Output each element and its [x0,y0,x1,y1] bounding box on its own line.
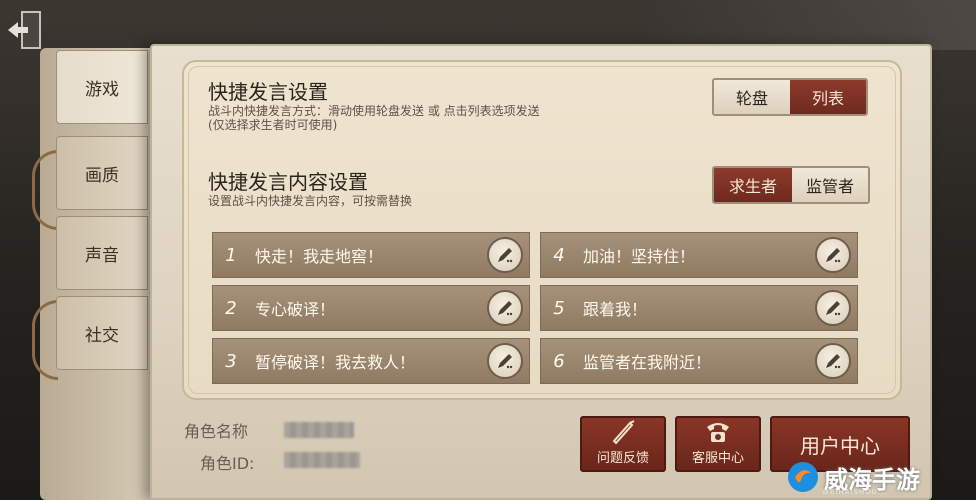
watermark-subtext: WEIHAISHOU... [822,488,888,496]
role-toggle: 求生者 监管者 [712,166,870,204]
phrase-text: 快走！我走地窖！ [255,247,384,266]
content-settings-title: 快捷发言内容设置 [208,170,368,194]
phrase-text: 暂停破译！我去救人！ [255,353,416,372]
exit-button[interactable] [0,4,48,56]
role-id-value-redacted [284,452,360,468]
pencil-icon[interactable] [815,290,851,326]
pencil-icon[interactable] [487,343,523,379]
tab-label: 声音 [85,245,119,266]
phrase-row[interactable]: 4 加油！坚持住！ [540,232,858,278]
phrase-row[interactable]: 1 快走！我走地窖！ [212,232,530,278]
pencil-icon[interactable] [815,237,851,273]
mode-option-wheel[interactable]: 轮盘 [714,80,790,114]
tab-sound[interactable]: 声音 [56,216,148,290]
feather-pen-icon [608,418,638,445]
phrase-row[interactable]: 6 监管者在我附近！ [540,338,858,384]
customer-service-label: 客服中心 [691,451,744,466]
mode-option-list[interactable]: 列表 [790,80,866,114]
exit-icon [8,11,41,49]
pencil-icon[interactable] [815,343,851,379]
feedback-button[interactable]: 问题反馈 [580,416,666,472]
phrase-number: 4 [553,244,565,266]
rope-decoration [32,300,58,380]
role-name-value-redacted [284,422,354,438]
phrase-number: 6 [553,350,565,372]
tab-game[interactable]: 游戏 [56,50,148,124]
tab-label: 游戏 [85,79,119,100]
phrase-number: 1 [225,244,237,266]
quick-chat-title: 快捷发言设置 [208,80,328,104]
phrase-number: 2 [225,297,237,319]
background-top-right [646,0,976,50]
phrase-row[interactable]: 5 跟着我！ [540,285,858,331]
phrase-text: 监管者在我附近！ [583,353,712,372]
phrase-text: 跟着我！ [583,300,648,319]
content-settings-desc: 设置战斗内快捷发言内容，可按需替换 [208,194,413,208]
tab-label: 画质 [85,165,119,186]
watermark-logo [788,462,818,492]
watermark: 威海手游 WEIHAISHOU... [786,454,976,500]
quick-chat-desc: 战斗内快捷发言方式：滑动使用轮盘发送 或 点击列表选项发送 [208,104,540,118]
role-id-label: 角色ID: [200,454,255,473]
chat-mode-toggle: 轮盘 列表 [712,78,868,116]
phrase-number: 3 [225,350,237,372]
phrase-row[interactable]: 2 专心破译！ [212,285,530,331]
role-name-label: 角色名称 [184,422,249,441]
phrase-row[interactable]: 3 暂停破译！我去救人！ [212,338,530,384]
tab-graphics[interactable]: 画质 [56,136,148,210]
quick-chat-note: (仅选择求生者时可使用) [208,118,338,132]
pencil-icon[interactable] [487,237,523,273]
phrase-text: 专心破译！ [255,300,336,319]
phrase-text: 加油！坚持住！ [583,247,696,266]
role-option-hunter[interactable]: 监管者 [792,168,868,202]
telephone-icon [703,418,733,445]
role-option-survivor[interactable]: 求生者 [714,168,792,202]
feedback-label: 问题反馈 [596,451,649,466]
phrase-number: 5 [553,297,565,319]
rope-decoration [32,150,58,230]
tab-label: 社交 [85,325,119,346]
pencil-icon[interactable] [487,290,523,326]
tab-social[interactable]: 社交 [56,296,148,370]
customer-service-button[interactable]: 客服中心 [675,416,761,472]
